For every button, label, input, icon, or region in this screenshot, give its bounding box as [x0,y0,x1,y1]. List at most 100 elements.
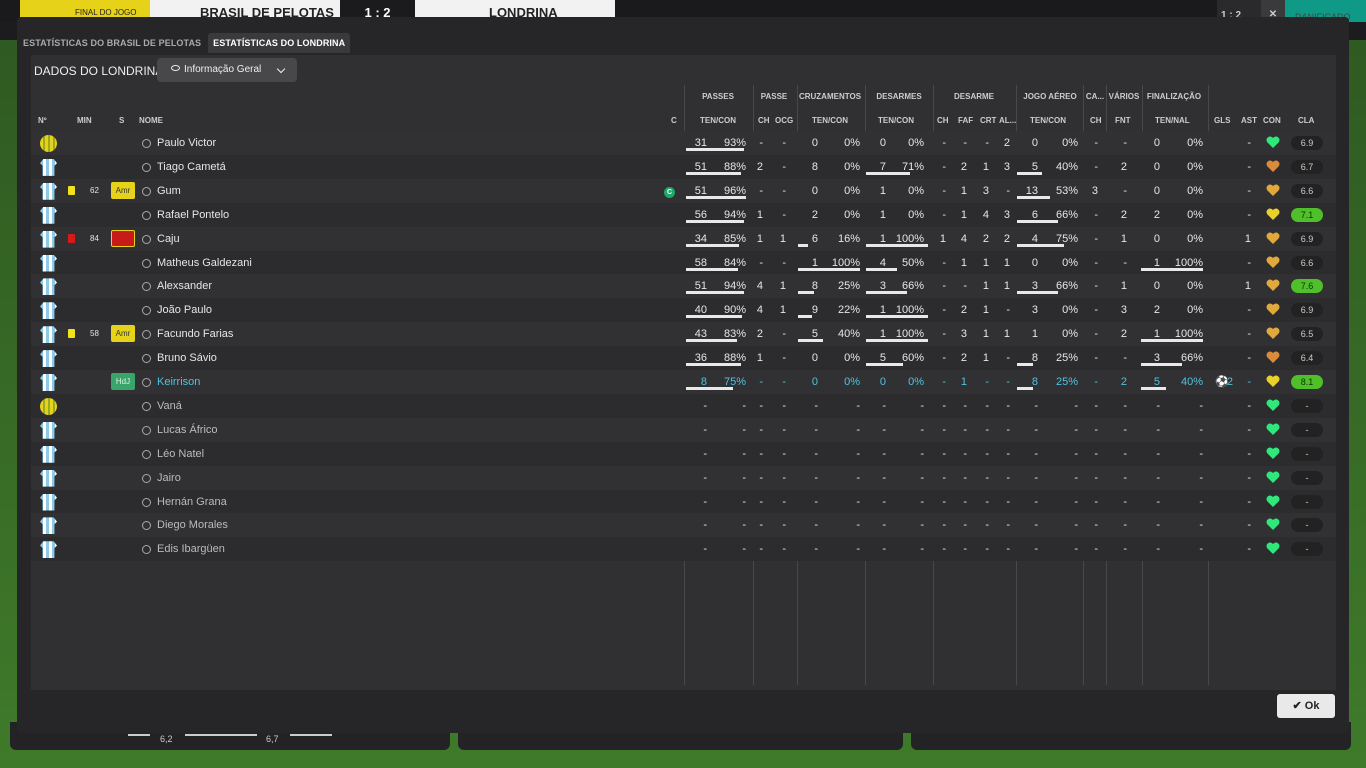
player-name[interactable]: Rafael Pontelo [157,209,229,221]
key-passes: - [759,519,763,532]
ca-value: - [1094,543,1098,556]
clearances: 1 [982,352,989,365]
player-name[interactable]: Alexsander [157,280,212,292]
headers-attempted: - [1034,399,1038,412]
tab-brasil-de-pelotas[interactable]: ESTATÍSTICAS DO BRASIL DE PELOTAS [18,33,206,53]
assists: - [1247,399,1251,412]
fouls: 2 [960,304,967,317]
column-header-des-crt[interactable]: CRT [980,116,996,126]
group-header: JOGO AÉREO [1023,92,1077,101]
key-passes: - [759,376,763,388]
column-header-cla[interactable]: CLA [1298,116,1314,126]
column-header-ca-ch[interactable]: CH [1090,116,1102,126]
column-header-c[interactable]: C [671,116,677,126]
key-passes: 1 [756,232,763,245]
column-header-des-al[interactable]: AL... [999,116,1016,126]
clearances: 1 [982,328,989,341]
player-name[interactable]: Edis Ibargüen [157,543,225,555]
fnt-value: - [1123,519,1127,532]
shots-attempted: - [1156,423,1160,436]
shots-attempted: - [1156,495,1160,508]
fnt-value: - [1123,399,1127,412]
tackles-attempted: - [882,399,886,412]
player-name[interactable]: João Paulo [157,304,212,316]
player-name[interactable]: Diego Morales [157,519,228,531]
column-header-desarmes[interactable]: TEN/CON [878,116,914,126]
fnt-value: 2 [1120,376,1127,388]
condition-heart-icon [1266,327,1280,341]
blocks: - [1006,495,1010,508]
crosses-percent: 40% [837,328,860,341]
column-header-des-faf[interactable]: FAF [958,116,973,126]
column-header-des-ch[interactable]: CH [937,116,949,126]
column-header-gls[interactable]: GLS [1214,116,1230,126]
ca-value: - [1094,256,1098,269]
player-name[interactable]: Jairo [157,472,181,484]
shots-percent: - [1199,495,1203,508]
player-name[interactable]: Matheus Galdezani [157,257,252,269]
chances-created: - [782,447,786,460]
clearances: - [985,399,989,412]
tab-londrina[interactable]: ESTATÍSTICAS DO LONDRINA [208,33,351,53]
rating-badge: - [1291,398,1323,413]
player-name[interactable]: Caju [157,233,180,245]
headers-percent: 0% [1062,304,1078,317]
column-header-s[interactable]: S [119,116,124,126]
player-icon [142,258,151,268]
player-name[interactable]: Léo Natel [157,448,204,460]
rating-badge: - [1291,422,1323,437]
player-name[interactable]: Paulo Victor [157,137,216,149]
player-name[interactable]: Keirrison [157,376,200,388]
chances-created: 1 [779,280,786,293]
column-header-cruz[interactable]: TEN/CON [812,116,848,126]
column-header-no[interactable]: Nº [38,116,47,126]
view-dropdown[interactable]: Informação Geral [157,58,297,82]
column-header-name[interactable]: NOME [139,116,163,126]
column-header-passe-ch[interactable]: CH [758,116,770,126]
column-header-passe-ocg[interactable]: OCG [775,116,793,126]
player-name[interactable]: Facundo Farias [157,328,233,340]
chances-created: - [782,495,786,508]
clearances: - [985,471,989,484]
fouls: 2 [960,352,967,365]
ca-value: - [1094,352,1098,365]
ca-value: 3 [1091,184,1098,197]
ok-button[interactable]: ✔ Ok [1277,694,1335,718]
column-header-varios-fnt[interactable]: FNT [1115,116,1131,126]
headers-percent: - [1074,495,1078,508]
player-name[interactable]: Hernán Grana [157,496,227,508]
clearances: 1 [982,256,989,269]
crosses-percent: 0% [844,376,860,388]
player-icon [142,497,151,507]
assists: - [1247,328,1251,341]
shots-bar [1141,363,1182,367]
bottom-value-1: 6,2 [160,734,173,744]
clearances: - [985,519,989,532]
column-header-min[interactable]: MIN [77,116,92,126]
key-passes: 4 [756,280,763,293]
crosses-bar [798,243,808,247]
player-name[interactable]: Tiago Cametá [157,161,226,173]
crosses-attempted: - [814,423,818,436]
column-header-ast[interactable]: AST [1241,116,1257,126]
condition-heart-icon [1266,184,1280,198]
tackles-bar [866,243,928,247]
player-name[interactable]: Bruno Sávio [157,352,217,364]
player-name[interactable]: Lucas Áfrico [157,424,218,436]
passes-bar [686,315,742,319]
team-tabs: ESTATÍSTICAS DO BRASIL DE PELOTAS ESTATÍ… [18,33,352,53]
column-header-final[interactable]: TEN/NAL [1155,116,1190,126]
shots-attempted: - [1156,543,1160,556]
column-header-aereo[interactable]: TEN/CON [1030,116,1066,126]
column-header-passes[interactable]: TEN/CON [700,116,736,126]
group-header: CA... [1085,92,1105,101]
player-name[interactable]: Vaná [157,400,182,412]
tackles-bar [866,291,907,295]
headers-percent: 0% [1062,328,1078,341]
column-header-con[interactable]: CON [1263,116,1281,126]
player-name[interactable]: Gum [157,185,181,197]
tackles-attempted: - [882,447,886,460]
headers-bar [1017,387,1033,390]
blocks: - [1006,352,1010,365]
interceptions: - [942,543,946,556]
